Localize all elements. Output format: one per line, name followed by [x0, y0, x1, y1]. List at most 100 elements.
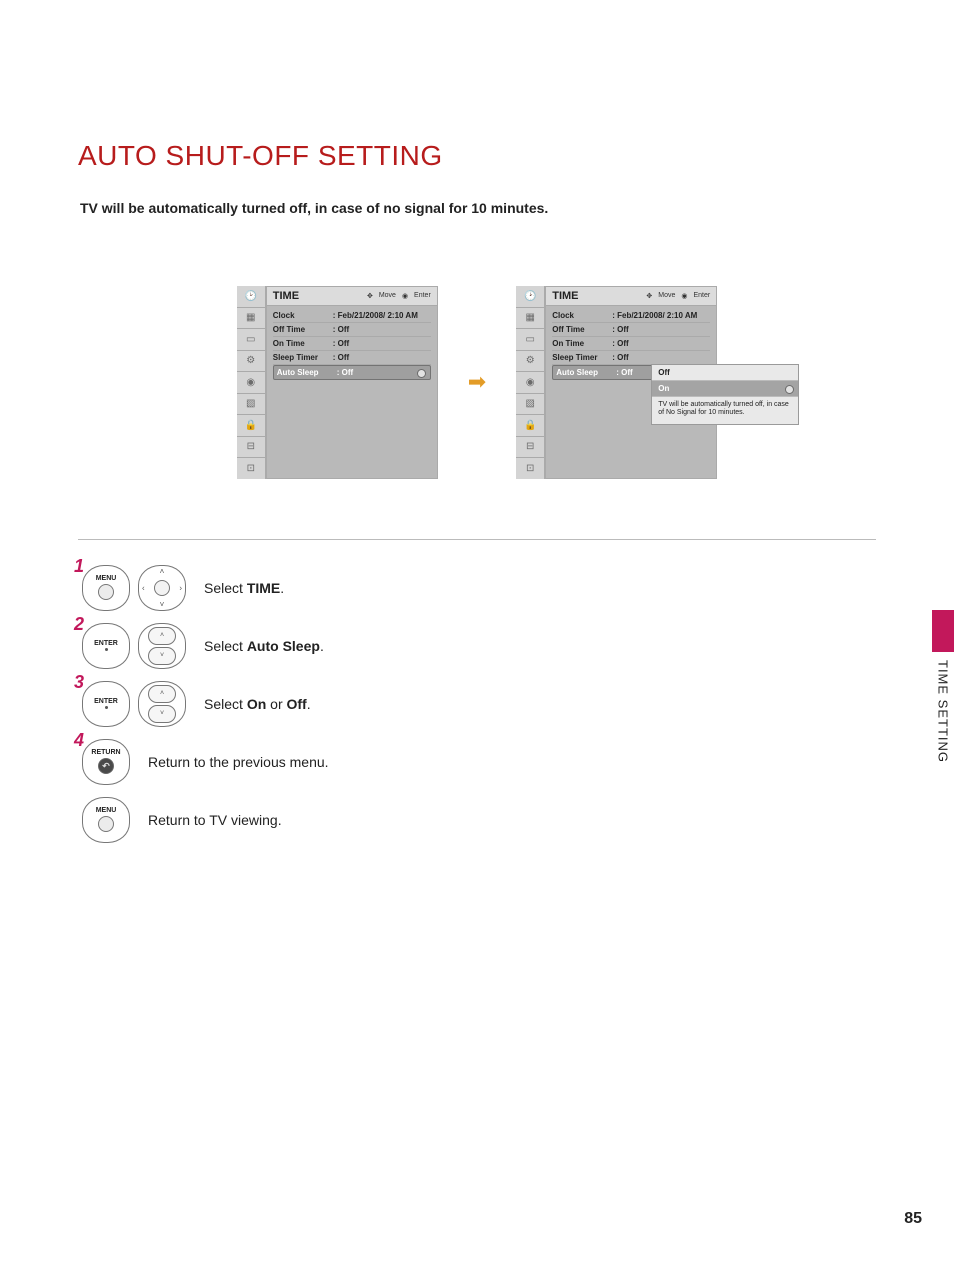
- input-icon: ⊟: [237, 437, 265, 459]
- selection-dot-icon: [785, 385, 794, 394]
- chevron-up-icon: ˄: [148, 685, 176, 703]
- menu-value: : Off: [612, 353, 628, 362]
- steps-list: 1 MENU ˄ ˅ ‹ › Select TIME. 2 ENTER ˄: [78, 564, 876, 844]
- osd-screen-left: 🕑 ▦ ▭ ⚙ ◉ ▧ 🔒 ⊟ ⊡ TIME ✥ Move ◉ Enter: [237, 286, 438, 479]
- dpad-hint-icon: ✥: [367, 292, 373, 300]
- chevron-down-icon: ˅: [160, 600, 165, 609]
- return-button[interactable]: RETURN: [82, 739, 130, 785]
- osd-panel-title: TIME: [552, 290, 578, 302]
- dpad-updown-button[interactable]: ˄ ˅: [138, 623, 186, 669]
- osd-main-panel: TIME ✥ Move ◉ Enter Clock : Feb/21/2008/…: [266, 286, 438, 479]
- step-number: 2: [74, 614, 84, 635]
- enter-button[interactable]: ENTER: [82, 623, 130, 669]
- menu-label: Off Time: [552, 325, 612, 334]
- return-button-label: RETURN: [91, 749, 120, 756]
- menu-value: : Feb/21/2008/ 2:10 AM: [333, 311, 418, 320]
- chevron-up-icon: ˄: [148, 627, 176, 645]
- enter-dot-icon: ◉: [402, 292, 408, 300]
- enter-button-label: ENTER: [94, 698, 118, 705]
- menu-button-label: MENU: [96, 575, 117, 582]
- enter-dot-icon: [105, 706, 108, 709]
- step-number: 1: [74, 556, 84, 577]
- dpad-hint-icon: ✥: [646, 292, 652, 300]
- picture-icon: ▦: [516, 308, 544, 330]
- audio-icon: ◉: [516, 372, 544, 394]
- display-icon: ▭: [516, 329, 544, 351]
- lock-icon: 🔒: [237, 415, 265, 437]
- settings-icon: ⚙: [237, 351, 265, 373]
- chevron-down-icon: ˅: [148, 647, 176, 665]
- step-text: Return to TV viewing.: [148, 812, 282, 828]
- page-subtitle: TV will be automatically turned off, in …: [80, 200, 876, 216]
- osd-sidebar: 🕑 ▦ ▭ ⚙ ◉ ▧ 🔒 ⊟ ⊡: [237, 286, 266, 479]
- divider: [78, 539, 876, 540]
- chevron-right-icon: ›: [179, 583, 182, 592]
- menu-value: : Off: [333, 353, 349, 362]
- time-icon: 🕑: [237, 286, 265, 308]
- section-tab: [932, 610, 954, 652]
- menu-row-ontime[interactable]: On Time : Off: [273, 337, 431, 351]
- selection-dot-icon: [417, 369, 426, 378]
- popup-option-on-label: On: [658, 384, 669, 393]
- menu-button[interactable]: MENU: [82, 797, 130, 843]
- menu-label: Auto Sleep: [277, 368, 337, 377]
- arrow-right-icon: ➡: [468, 369, 486, 395]
- section-vertical-label: TIME SETTING: [932, 660, 954, 780]
- popup-option-off[interactable]: Off: [652, 365, 798, 381]
- enter-dot-icon: ◉: [681, 292, 687, 300]
- osd-panel-title: TIME: [273, 290, 299, 302]
- menu-value: : Off: [612, 339, 628, 348]
- page-title: AUTO SHUT-OFF SETTING: [78, 140, 876, 172]
- menu-value: : Off: [337, 368, 353, 377]
- dpad-updown-button[interactable]: ˄ ˅: [138, 681, 186, 727]
- return-icon: [98, 758, 114, 774]
- step-4: 4 RETURN Return to the previous menu.: [78, 738, 876, 786]
- time-icon: 🕑: [516, 286, 544, 308]
- menu-value: : Feb/21/2008/ 2:10 AM: [612, 311, 697, 320]
- menu-row-sleeptimer[interactable]: Sleep Timer : Off: [273, 351, 431, 365]
- menu-row-offtime[interactable]: Off Time : Off: [273, 323, 431, 337]
- enter-button[interactable]: ENTER: [82, 681, 130, 727]
- menu-label: Sleep Timer: [273, 353, 333, 362]
- menu-label: On Time: [552, 339, 612, 348]
- osd-panel-title-row: TIME ✥ Move ◉ Enter: [546, 287, 716, 306]
- step-text: Return to the previous menu.: [148, 754, 329, 770]
- audio-icon: ◉: [237, 372, 265, 394]
- popup-option-on-selected[interactable]: On: [652, 381, 798, 397]
- menu-label: Clock: [273, 311, 333, 320]
- chevron-down-icon: ˅: [148, 705, 176, 723]
- menu-row-clock[interactable]: Clock : Feb/21/2008/ 2:10 AM: [273, 309, 431, 323]
- settings-icon: ⚙: [516, 351, 544, 373]
- menu-value: : Off: [612, 325, 628, 334]
- menu-row-autosleep-selected[interactable]: Auto Sleep : Off: [273, 365, 431, 380]
- menu-label: Clock: [552, 311, 612, 320]
- usb-icon: ⊡: [237, 458, 265, 479]
- osd-screen-right: 🕑 ▦ ▭ ⚙ ◉ ▧ 🔒 ⊟ ⊡ TIME ✥ Move ◉ Enter: [516, 286, 717, 479]
- menu-row-ontime[interactable]: On Time : Off: [552, 337, 710, 351]
- move-hint: Move: [379, 292, 396, 300]
- picture-icon: ▦: [237, 308, 265, 330]
- chevron-left-icon: ‹: [142, 583, 145, 592]
- display-icon: ▭: [237, 329, 265, 351]
- step-number: 4: [74, 730, 84, 751]
- move-hint: Move: [658, 292, 675, 300]
- osd-sidebar: 🕑 ▦ ▭ ⚙ ◉ ▧ 🔒 ⊟ ⊡: [516, 286, 545, 479]
- input-icon: ⊟: [516, 437, 544, 459]
- menu-row-clock[interactable]: Clock : Feb/21/2008/ 2:10 AM: [552, 309, 710, 323]
- step-5: MENU Return to TV viewing.: [78, 796, 876, 844]
- usb-icon: ⊡: [516, 458, 544, 479]
- menu-button-label: MENU: [96, 807, 117, 814]
- chevron-up-icon: ˄: [160, 567, 165, 576]
- osd-panel-title-row: TIME ✥ Move ◉ Enter: [267, 287, 437, 306]
- button-inner-circle-icon: [98, 584, 114, 600]
- menu-value: : Off: [333, 325, 349, 334]
- dpad-button[interactable]: ˄ ˅ ‹ ›: [138, 565, 186, 611]
- menu-row-offtime[interactable]: Off Time : Off: [552, 323, 710, 337]
- menu-button[interactable]: MENU: [82, 565, 130, 611]
- enter-hint: Enter: [693, 292, 710, 300]
- menu-row-sleeptimer[interactable]: Sleep Timer : Off: [552, 351, 710, 365]
- step-1: 1 MENU ˄ ˅ ‹ › Select TIME.: [78, 564, 876, 612]
- step-text: Select TIME.: [204, 580, 284, 596]
- step-number: 3: [74, 672, 84, 693]
- osd-screens-row: 🕑 ▦ ▭ ⚙ ◉ ▧ 🔒 ⊟ ⊡ TIME ✥ Move ◉ Enter: [78, 286, 876, 479]
